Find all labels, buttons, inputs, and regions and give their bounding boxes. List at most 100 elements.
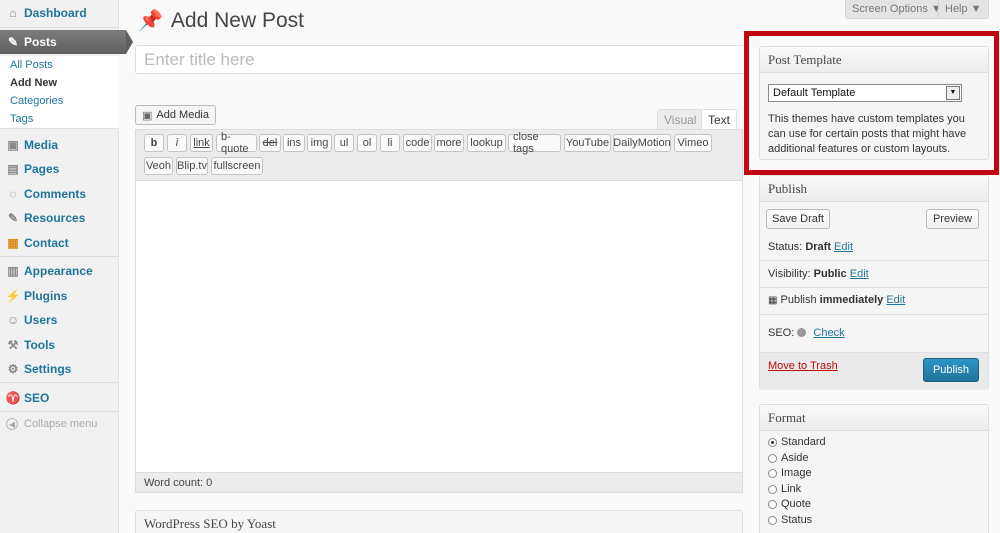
- format-standard-radio[interactable]: Standard: [768, 436, 826, 448]
- sidebar-item-dashboard[interactable]: ⌂ Dashboard: [0, 1, 119, 25]
- qt-ul-button[interactable]: ul: [334, 134, 354, 152]
- qt-dailymotion-button[interactable]: DailyMotion: [613, 134, 671, 152]
- seo-metabox-title[interactable]: WordPress SEO by Yoast: [135, 510, 743, 533]
- radio-unchecked: [768, 484, 777, 494]
- collapse-menu[interactable]: ◀ Collapse menu: [6, 418, 97, 430]
- format-status-radio[interactable]: Status: [768, 514, 812, 526]
- qt-code-button[interactable]: code: [403, 134, 432, 152]
- sidebar-item-appearance[interactable]: ▥ Appearance: [0, 259, 119, 283]
- help-button[interactable]: Help ▼: [938, 0, 989, 19]
- format-image-radio[interactable]: Image: [768, 467, 812, 479]
- qt-more-button[interactable]: more: [434, 134, 464, 152]
- menu-separator: [0, 411, 119, 412]
- add-media-button[interactable]: ▣ Add Media: [135, 105, 216, 125]
- posts-submenu: All Posts Add New Categories Tags: [0, 56, 119, 129]
- submenu-categories[interactable]: Categories: [0, 92, 119, 110]
- qt-img-button[interactable]: img: [307, 134, 332, 152]
- edit-visibility-link[interactable]: Edit: [850, 268, 869, 280]
- qt-li-button[interactable]: li: [380, 134, 400, 152]
- qt-youtube-button[interactable]: YouTube: [564, 134, 611, 152]
- format-title[interactable]: Format: [760, 405, 988, 431]
- publish-title[interactable]: Publish: [760, 176, 988, 202]
- qt-italic-button[interactable]: i: [167, 134, 187, 152]
- calendar-icon: ▦: [768, 295, 778, 306]
- format-link-radio[interactable]: Link: [768, 483, 801, 495]
- qt-bquote-button[interactable]: b-quote: [216, 131, 257, 155]
- users-icon: ☺: [6, 313, 20, 327]
- sidebar-item-plugins[interactable]: ⚡ Plugins: [0, 284, 119, 308]
- submenu-add-new[interactable]: Add New: [0, 74, 119, 92]
- qt-close-tags-button[interactable]: close tags: [508, 131, 561, 155]
- pages-icon: ▤: [7, 162, 19, 176]
- format-quote-radio[interactable]: Quote: [768, 498, 811, 510]
- pin-icon: ✎: [7, 211, 19, 225]
- seo-row: SEO: Check: [768, 327, 845, 339]
- edit-schedule-link[interactable]: Edit: [886, 294, 905, 306]
- submenu-tags[interactable]: Tags: [0, 110, 119, 128]
- sidebar-item-contact[interactable]: ▦ Contact: [0, 231, 119, 255]
- seo-check-link[interactable]: Check: [813, 327, 844, 339]
- tools-icon: ⚒: [7, 338, 19, 352]
- qt-del-button[interactable]: del: [259, 134, 281, 152]
- schedule-row: ▦ Publish immediately Edit: [768, 294, 906, 306]
- radio-unchecked: [768, 515, 777, 525]
- menu-separator: [0, 382, 119, 383]
- sidebar-item-media[interactable]: ▣ Media: [0, 133, 119, 157]
- edit-status-link[interactable]: Edit: [834, 241, 853, 253]
- home-icon: ⌂: [9, 6, 17, 20]
- sidebar-item-comments[interactable]: ◌ Comments: [0, 182, 119, 206]
- sidebar-item-users[interactable]: ☺ Users: [0, 308, 119, 332]
- submenu-all-posts[interactable]: All Posts: [0, 56, 119, 74]
- post-editor: b i link b-quote del ins img ul ol li co…: [135, 129, 743, 493]
- seo-icon: ♈: [5, 391, 21, 405]
- sidebar-item-pages[interactable]: ▤ Pages: [0, 157, 119, 181]
- qt-veoh-button[interactable]: Veoh: [144, 157, 173, 175]
- admin-sidebar: ⌂ Dashboard ✎ Posts All Posts Add New Cate…: [0, 0, 133, 533]
- menu-separator: [0, 27, 119, 28]
- qt-ol-button[interactable]: ol: [357, 134, 377, 152]
- screen-options-button[interactable]: Screen Options ▼: [845, 0, 949, 19]
- qt-bliptv-button[interactable]: Blip.tv: [176, 157, 208, 175]
- plugin-icon: ⚡: [5, 289, 21, 303]
- contact-icon: ▦: [7, 236, 19, 250]
- qt-link-button[interactable]: link: [190, 134, 213, 152]
- publish-box: Publish Save Draft Preview Status: Draft…: [759, 175, 989, 390]
- menu-separator: [0, 256, 119, 257]
- media-icon: ▣: [142, 109, 153, 122]
- radio-unchecked: [768, 453, 777, 463]
- sidebar-item-posts[interactable]: ✎ Posts: [0, 30, 133, 54]
- media-icon: ▣: [7, 138, 19, 152]
- format-box: Format Standard Aside Image Link Quote S…: [759, 404, 989, 533]
- sidebar-item-tools[interactable]: ⚒ Tools: [0, 333, 119, 357]
- format-aside-radio[interactable]: Aside: [768, 452, 809, 464]
- publish-button[interactable]: Publish: [923, 358, 979, 382]
- status-row: Status: Draft Edit: [768, 241, 854, 253]
- tab-visual[interactable]: Visual: [657, 109, 704, 130]
- divider: [760, 287, 988, 288]
- quicktags-toolbar: b i link b-quote del ins img ul ol li co…: [136, 130, 742, 181]
- preview-button[interactable]: Preview: [926, 209, 979, 229]
- pin-icon: ✎: [7, 35, 19, 49]
- qt-vimeo-button[interactable]: Vimeo: [674, 134, 712, 152]
- sidebar-item-resources[interactable]: ✎ Resources: [0, 206, 119, 230]
- save-draft-button[interactable]: Save Draft: [766, 209, 830, 229]
- collapse-icon: ◀: [6, 418, 18, 430]
- radio-unchecked: [768, 499, 777, 509]
- settings-icon: ⚙: [7, 362, 19, 376]
- divider: [760, 314, 988, 315]
- visibility-row: Visibility: Public Edit: [768, 268, 869, 280]
- move-to-trash-link[interactable]: Move to Trash: [768, 360, 838, 372]
- comment-icon: ◌: [9, 187, 17, 201]
- qt-ins-button[interactable]: ins: [283, 134, 305, 152]
- divider: [760, 260, 988, 261]
- highlight-box: [744, 31, 999, 175]
- tab-text[interactable]: Text: [701, 109, 738, 131]
- post-title-input[interactable]: Enter title here: [135, 45, 745, 74]
- sidebar-item-settings[interactable]: ⚙ Settings: [0, 357, 119, 381]
- qt-fullscreen-button[interactable]: fullscreen: [211, 157, 263, 175]
- word-count: Word count: 0: [136, 472, 742, 492]
- sidebar-item-seo[interactable]: ♈ SEO: [0, 386, 119, 410]
- qt-bold-button[interactable]: b: [144, 134, 164, 152]
- appearance-icon: ▥: [7, 264, 19, 278]
- qt-lookup-button[interactable]: lookup: [467, 134, 506, 152]
